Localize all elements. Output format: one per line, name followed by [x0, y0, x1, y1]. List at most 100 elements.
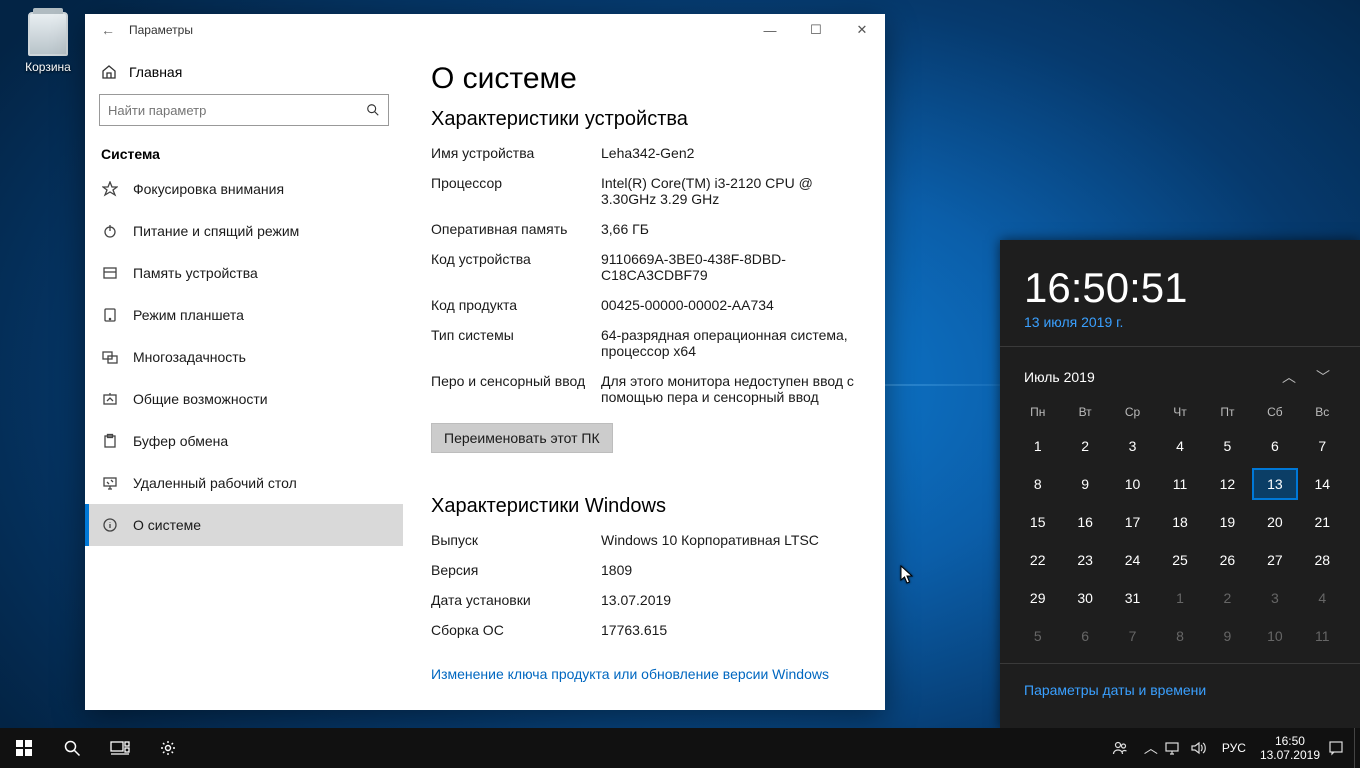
- calendar-day[interactable]: 15: [1015, 506, 1060, 538]
- calendar-day[interactable]: 4: [1157, 430, 1202, 462]
- calendar-day[interactable]: 12: [1205, 468, 1250, 500]
- sidebar-item-shared[interactable]: Общие возможности: [85, 378, 403, 420]
- calendar-day[interactable]: 11: [1300, 620, 1345, 652]
- home-button[interactable]: Главная: [85, 54, 403, 90]
- recycle-bin-icon: [28, 12, 68, 56]
- change-product-key-link[interactable]: Изменение ключа продукта или обновление …: [431, 666, 829, 682]
- calendar-day[interactable]: 3: [1252, 582, 1297, 614]
- calendar-day[interactable]: 6: [1062, 620, 1107, 652]
- recycle-bin-label: Корзина: [12, 60, 84, 74]
- power-icon: [101, 222, 119, 240]
- calendar-day[interactable]: 17: [1110, 506, 1155, 538]
- titlebar[interactable]: ← Параметры — ☐ ✕: [85, 14, 885, 46]
- network-icon[interactable]: [1164, 740, 1190, 756]
- task-view-button[interactable]: [96, 728, 144, 768]
- rename-pc-button[interactable]: Переименовать этот ПК: [431, 423, 613, 453]
- spec-value: Для этого монитора недоступен ввод с пом…: [601, 373, 857, 405]
- calendar-day[interactable]: 8: [1015, 468, 1060, 500]
- sidebar-item-remote[interactable]: Удаленный рабочий стол: [85, 462, 403, 504]
- spec-value: Intel(R) Core(TM) i3-2120 CPU @ 3.30GHz …: [601, 175, 857, 207]
- calendar-day[interactable]: 5: [1205, 430, 1250, 462]
- action-center-icon[interactable]: [1328, 740, 1354, 756]
- window-title: Параметры: [123, 23, 193, 37]
- spec-value: 3,66 ГБ: [601, 221, 857, 237]
- sidebar-item-clipboard[interactable]: Буфер обмена: [85, 420, 403, 462]
- sidebar-item-tablet[interactable]: Режим планшета: [85, 294, 403, 336]
- clock-time: 16:50: [1260, 734, 1320, 748]
- search-box[interactable]: [99, 94, 389, 126]
- focus-icon: [101, 180, 119, 198]
- taskbar-clock[interactable]: 16:50 13.07.2019: [1252, 734, 1328, 762]
- month-row: Июль 2019 ︿ ﹀: [1000, 355, 1360, 397]
- calendar-day[interactable]: 26: [1205, 544, 1250, 576]
- calendar-day[interactable]: 4: [1300, 582, 1345, 614]
- device-heading: Характеристики устройства: [431, 108, 857, 131]
- spec-label: Выпуск: [431, 532, 601, 548]
- sidebar-item-power[interactable]: Питание и спящий режим: [85, 210, 403, 252]
- close-button[interactable]: ✕: [839, 14, 885, 46]
- month-next-button[interactable]: ﹀: [1310, 363, 1336, 391]
- search-icon: [366, 103, 380, 117]
- calendar-day[interactable]: 10: [1110, 468, 1155, 500]
- sidebar-item-label: Удаленный рабочий стол: [133, 475, 297, 491]
- calendar-day[interactable]: 18: [1157, 506, 1202, 538]
- language-indicator[interactable]: РУС: [1216, 741, 1252, 755]
- calendar-day[interactable]: 2: [1205, 582, 1250, 614]
- spec-label: Тип системы: [431, 327, 601, 359]
- calendar-day[interactable]: 20: [1252, 506, 1297, 538]
- calendar-dow: Пт: [1204, 401, 1251, 425]
- calendar-day[interactable]: 22: [1015, 544, 1060, 576]
- calendar-day[interactable]: 14: [1300, 468, 1345, 500]
- calendar-day[interactable]: 7: [1300, 430, 1345, 462]
- calendar-day[interactable]: 31: [1110, 582, 1155, 614]
- calendar-day[interactable]: 1: [1015, 430, 1060, 462]
- tray-chevron-icon[interactable]: ︿: [1138, 738, 1164, 758]
- sidebar-item-multitask[interactable]: Многозадачность: [85, 336, 403, 378]
- recycle-bin[interactable]: Корзина: [12, 12, 84, 74]
- maximize-button[interactable]: ☐: [793, 14, 839, 46]
- calendar-day[interactable]: 24: [1110, 544, 1155, 576]
- calendar-day[interactable]: 10: [1252, 620, 1297, 652]
- settings-taskbar-button[interactable]: [144, 728, 192, 768]
- calendar-day[interactable]: 23: [1062, 544, 1107, 576]
- calendar-day[interactable]: 13: [1252, 468, 1297, 500]
- back-button[interactable]: ←: [93, 22, 123, 38]
- calendar-day[interactable]: 2: [1062, 430, 1107, 462]
- calendar-day[interactable]: 9: [1062, 468, 1107, 500]
- calendar-day[interactable]: 28: [1300, 544, 1345, 576]
- volume-icon[interactable]: [1190, 740, 1216, 756]
- sidebar-item-storage[interactable]: Память устройства: [85, 252, 403, 294]
- month-prev-button[interactable]: ︿: [1276, 363, 1302, 391]
- calendar-day[interactable]: 19: [1205, 506, 1250, 538]
- calendar-day[interactable]: 6: [1252, 430, 1297, 462]
- multitask-icon: [101, 348, 119, 366]
- calendar-day[interactable]: 16: [1062, 506, 1107, 538]
- flyout-date[interactable]: 13 июля 2019 г.: [1000, 314, 1360, 346]
- sidebar-item-about[interactable]: О системе: [85, 504, 403, 546]
- device-specs: Имя устройстваLeha342-Gen2ПроцессорIntel…: [431, 145, 857, 405]
- calendar-day[interactable]: 29: [1015, 582, 1060, 614]
- search-input[interactable]: [108, 103, 366, 118]
- minimize-button[interactable]: —: [747, 14, 793, 46]
- sidebar-item-label: Питание и спящий режим: [133, 223, 299, 239]
- datetime-settings-link[interactable]: Параметры даты и времени: [1000, 672, 1360, 708]
- calendar-day[interactable]: 3: [1110, 430, 1155, 462]
- start-button[interactable]: [0, 728, 48, 768]
- calendar-day[interactable]: 25: [1157, 544, 1202, 576]
- calendar-day[interactable]: 30: [1062, 582, 1107, 614]
- windows-heading: Характеристики Windows: [431, 495, 857, 518]
- calendar-day[interactable]: 8: [1157, 620, 1202, 652]
- calendar-day[interactable]: 1: [1157, 582, 1202, 614]
- search-button[interactable]: [48, 728, 96, 768]
- calendar-day[interactable]: 21: [1300, 506, 1345, 538]
- calendar-day[interactable]: 7: [1110, 620, 1155, 652]
- show-desktop-button[interactable]: [1354, 728, 1360, 768]
- people-icon[interactable]: [1112, 740, 1138, 756]
- calendar-day[interactable]: 5: [1015, 620, 1060, 652]
- sidebar-item-label: Буфер обмена: [133, 433, 228, 449]
- sidebar-item-focus[interactable]: Фокусировка внимания: [85, 168, 403, 210]
- month-label: Июль 2019: [1024, 369, 1095, 385]
- calendar-day[interactable]: 11: [1157, 468, 1202, 500]
- calendar-day[interactable]: 27: [1252, 544, 1297, 576]
- calendar-day[interactable]: 9: [1205, 620, 1250, 652]
